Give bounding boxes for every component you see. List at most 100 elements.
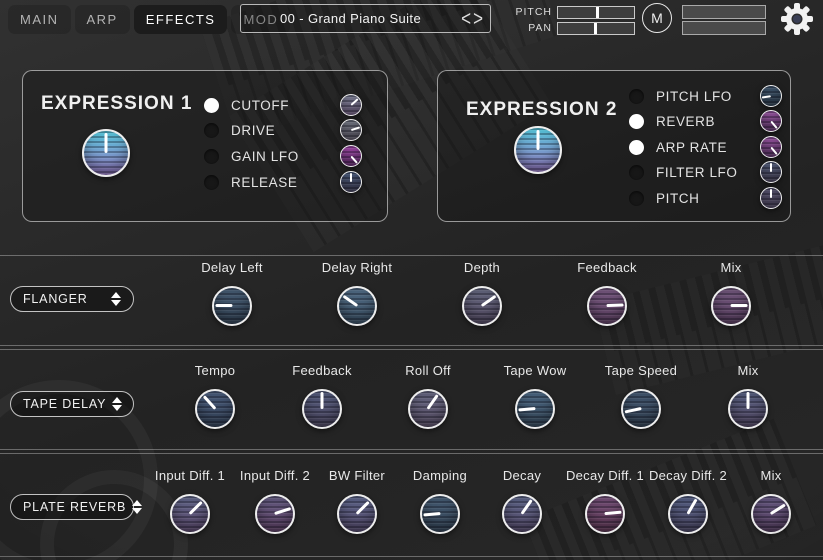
m-button[interactable]: M	[642, 3, 672, 33]
option-label: REVERB	[656, 114, 715, 129]
param-label: Roll Off	[405, 363, 451, 381]
tab-effects[interactable]: EFFECTS	[134, 5, 228, 34]
param-label: Delay Right	[322, 260, 393, 278]
radio-gain-lfo[interactable]	[204, 149, 219, 164]
tape-delay-effect-select[interactable]: TAPE DELAY	[10, 391, 134, 417]
knob-pointer	[203, 396, 216, 410]
knob-pointer	[189, 501, 203, 515]
pitch-slider[interactable]	[557, 6, 635, 19]
input-diff-1-knob[interactable]	[170, 494, 210, 534]
select-arrows-icon	[111, 292, 121, 306]
radio-release[interactable]	[204, 175, 219, 190]
param-label: Delay Left	[201, 260, 263, 278]
tempo-knob[interactable]	[195, 389, 235, 429]
arp-rate-amount-knob[interactable]	[760, 136, 782, 158]
knob-pointer	[625, 408, 642, 414]
filter-lfo-amount-knob[interactable]	[760, 161, 782, 183]
pan-slider-thumb[interactable]	[594, 23, 597, 34]
gain-lfo-amount-knob[interactable]	[340, 145, 362, 167]
pan-slider[interactable]	[557, 22, 635, 35]
radio-drive[interactable]	[204, 123, 219, 138]
param-tape-speed: Tape Speed	[586, 363, 696, 429]
option-label: FILTER LFO	[656, 165, 738, 180]
radio-pitch-lfo[interactable]	[629, 89, 644, 104]
param-label: Tempo	[195, 363, 236, 381]
pan-label: PAN	[512, 22, 552, 34]
mix-knob[interactable]	[751, 494, 791, 534]
damping-knob[interactable]	[420, 494, 460, 534]
expression-2-title: EXPRESSION 2	[466, 99, 617, 121]
release-amount-knob[interactable]	[340, 171, 362, 193]
param-label: Input Diff. 2	[240, 468, 310, 486]
param-label: Decay Diff. 1	[566, 468, 644, 486]
radio-arp-rate[interactable]	[629, 140, 644, 155]
bw-filter-knob[interactable]	[337, 494, 377, 534]
knob-pointer	[350, 98, 358, 106]
radio-filter-lfo[interactable]	[629, 165, 644, 180]
delay-left-knob[interactable]	[212, 286, 252, 326]
cutoff-amount-knob[interactable]	[340, 94, 362, 116]
preset-prev-icon[interactable]: <	[460, 8, 472, 29]
pitch-amount-knob[interactable]	[760, 187, 782, 209]
tab-arp[interactable]: ARP	[75, 5, 130, 34]
pitch-lfo-amount-knob[interactable]	[760, 85, 782, 107]
knob-pointer	[687, 499, 698, 515]
effect-row-flanger: FLANGER Delay Left Delay Right Depth Fee…	[0, 255, 823, 346]
expression-1-knob[interactable]	[82, 129, 130, 177]
knob-pointer	[321, 392, 324, 409]
drive-amount-knob[interactable]	[340, 119, 362, 141]
param-label: Feedback	[577, 260, 637, 278]
delay-right-knob[interactable]	[337, 286, 377, 326]
param-feedback: Feedback	[552, 260, 662, 326]
knob-pointer	[351, 126, 360, 131]
param-decay-diff-1: Decay Diff. 1	[563, 468, 647, 534]
flanger-effect-select[interactable]: FLANGER	[10, 286, 134, 312]
radio-pitch[interactable]	[629, 191, 644, 206]
pitch-slider-thumb[interactable]	[596, 7, 599, 18]
knob-pointer	[607, 304, 624, 308]
decay-knob[interactable]	[502, 494, 542, 534]
radio-cutoff[interactable]	[204, 98, 219, 113]
knob-pointer	[770, 189, 772, 198]
plate-reverb-effect-select[interactable]: PLATE REVERB	[10, 494, 134, 520]
knob-pointer	[537, 130, 540, 150]
param-input-diff-1: Input Diff. 1	[148, 468, 232, 534]
option-label: PITCH	[656, 191, 700, 206]
radio-reverb[interactable]	[629, 114, 644, 129]
gear-icon[interactable]	[779, 1, 815, 37]
reverb-amount-knob[interactable]	[760, 110, 782, 132]
knob-pointer	[770, 146, 777, 154]
feedback-knob[interactable]	[587, 286, 627, 326]
knob-pointer	[350, 155, 358, 163]
preset-next-icon[interactable]: >	[472, 8, 484, 29]
param-label: Damping	[413, 468, 467, 486]
tape-wow-knob[interactable]	[515, 389, 555, 429]
preset-selector[interactable]: 00 - Grand Piano Suite < >	[240, 4, 491, 33]
knob-pointer	[427, 395, 439, 410]
param-delay-right: Delay Right	[302, 260, 412, 326]
mix-knob[interactable]	[728, 389, 768, 429]
mix-knob[interactable]	[711, 286, 751, 326]
knob-pointer	[770, 163, 772, 172]
decay-diff-2-knob[interactable]	[668, 494, 708, 534]
select-arrows-icon	[112, 397, 122, 411]
param-damping: Damping	[398, 468, 482, 534]
feedback-knob[interactable]	[302, 389, 342, 429]
roll-off-knob[interactable]	[408, 389, 448, 429]
effect-row-plate-reverb: PLATE REVERB Input Diff. 1 Input Diff. 2…	[0, 453, 823, 557]
decay-diff-1-knob[interactable]	[585, 494, 625, 534]
expression-2-option-pitch: PITCH	[629, 186, 782, 210]
knob-pointer	[762, 95, 771, 98]
depth-knob[interactable]	[462, 286, 502, 326]
preset-name: 00 - Grand Piano Suite	[241, 11, 460, 26]
param-mix: Mix	[693, 363, 803, 429]
knob-pointer	[770, 504, 786, 515]
knob-pointer	[215, 305, 232, 308]
param-tempo: Tempo	[160, 363, 270, 429]
expression-2-knob[interactable]	[514, 126, 562, 174]
input-diff-2-knob[interactable]	[255, 494, 295, 534]
tape-speed-knob[interactable]	[621, 389, 661, 429]
tab-main[interactable]: MAIN	[8, 5, 71, 34]
param-bw-filter: BW Filter	[315, 468, 399, 534]
param-label: Mix	[737, 363, 758, 381]
